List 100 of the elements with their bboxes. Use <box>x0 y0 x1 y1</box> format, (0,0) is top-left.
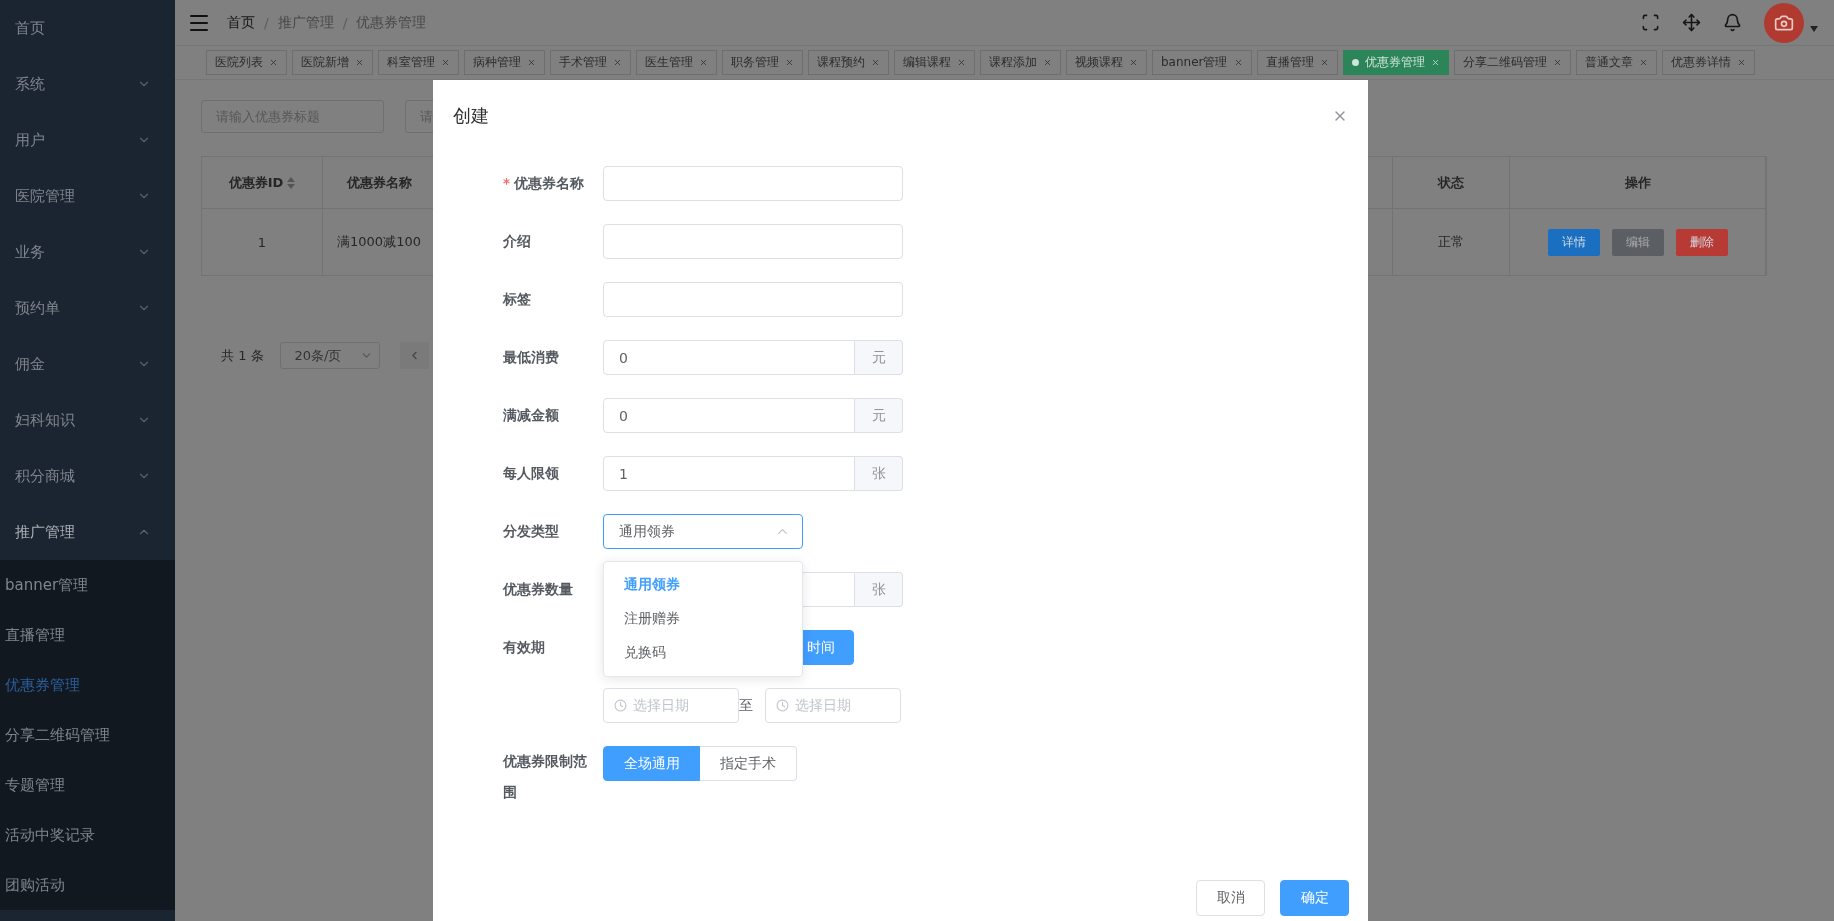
sidebar-item[interactable]: 首页 <box>0 0 175 56</box>
radio-button[interactable]: 全场通用 <box>603 746 700 781</box>
range-separator: 至 <box>739 696 754 715</box>
sidebar-subitem[interactable]: 专题管理 <box>0 760 175 810</box>
sidebar-subitem[interactable]: 直播管理 <box>0 610 175 660</box>
dot-icon <box>1351 59 1359 66</box>
close-icon[interactable] <box>613 58 622 67</box>
page-tab[interactable]: 优惠券详情 <box>1661 50 1755 75</box>
delete-button[interactable]: 删除 <box>1675 228 1728 256</box>
field-label: 介绍 <box>503 232 532 251</box>
close-icon[interactable] <box>1430 58 1440 67</box>
sidebar-item[interactable]: 用户 <box>0 112 175 168</box>
page-tab[interactable]: 医院新增 <box>292 50 373 75</box>
close-icon[interactable] <box>269 58 278 67</box>
table-cell: 正常 <box>1393 209 1510 276</box>
sidebar-item[interactable]: 佣金 <box>0 336 175 392</box>
close-icon[interactable] <box>441 58 450 67</box>
close-icon[interactable] <box>1552 58 1562 67</box>
dropdown-option[interactable]: 兑换码 <box>604 636 802 670</box>
page-tab[interactable]: 视频课程 <box>1066 50 1147 75</box>
sidebar-subitem[interactable]: 分享二维码管理 <box>0 710 175 760</box>
page-tab[interactable]: 编辑课程 <box>894 50 975 75</box>
bell-icon[interactable] <box>1723 13 1742 32</box>
field-label: 有效期 <box>503 638 546 657</box>
breadcrumb-separator: / <box>342 14 348 31</box>
clock-icon <box>614 699 627 712</box>
close-icon[interactable] <box>1638 58 1648 67</box>
caret-icon[interactable] <box>1810 25 1818 32</box>
field-label: 最低消费 <box>503 348 560 367</box>
select-field[interactable]: 通用领券 <box>603 514 803 549</box>
close-icon[interactable] <box>785 58 794 67</box>
cancel-button[interactable]: 取消 <box>1196 880 1265 916</box>
sidebar-item[interactable]: 医院管理 <box>0 168 175 224</box>
page-tab[interactable]: 医院列表 <box>206 50 287 75</box>
sidebar-item[interactable]: 系统 <box>0 56 175 112</box>
field-label: 分发类型 <box>503 522 560 541</box>
confirm-button[interactable]: 确定 <box>1280 880 1349 916</box>
sort-icon[interactable] <box>287 176 296 189</box>
close-icon[interactable] <box>355 58 364 67</box>
page-tab[interactable]: banner管理 <box>1152 50 1252 75</box>
radio-button[interactable]: 指定手术 <box>700 746 797 781</box>
input-field[interactable]: 1 <box>603 456 855 491</box>
clock-icon <box>776 699 789 712</box>
field-label: * 优惠券名称 <box>503 174 586 193</box>
close-icon[interactable] <box>527 58 536 67</box>
close-icon[interactable] <box>699 58 708 67</box>
move-icon[interactable] <box>1682 13 1701 32</box>
page-tab[interactable]: 课程添加 <box>980 50 1061 75</box>
sidebar-item[interactable]: 推广管理 <box>0 504 175 560</box>
unit-label: 元 <box>855 340 903 375</box>
page-tab[interactable]: 科室管理 <box>378 50 459 75</box>
page-tab[interactable]: 优惠券管理 <box>1342 50 1449 75</box>
sidebar-subitem[interactable]: 优惠券管理 <box>0 660 175 710</box>
info-button[interactable]: 详情 <box>1547 228 1600 256</box>
close-icon[interactable] <box>1043 58 1052 67</box>
page-tab[interactable]: 病种管理 <box>464 50 545 75</box>
sidebar-item[interactable]: 业务 <box>0 224 175 280</box>
sidebar-subitem[interactable]: banner管理 <box>0 560 175 610</box>
close-icon[interactable] <box>957 58 966 67</box>
dialog-title: 创建 <box>453 104 489 128</box>
input-field[interactable] <box>603 282 903 317</box>
sidebar-subitem[interactable]: 活动中奖记录 <box>0 810 175 860</box>
dropdown-option[interactable]: 注册赠券 <box>604 602 802 636</box>
close-icon[interactable] <box>871 58 880 67</box>
page-tab[interactable]: 普通文章 <box>1575 50 1657 75</box>
dropdown-option[interactable]: 通用领券 <box>604 568 802 602</box>
sidebar-subitem[interactable]: 团购活动 <box>0 860 175 910</box>
field-label: 满减金额 <box>503 406 560 425</box>
close-icon[interactable] <box>1129 58 1138 67</box>
page-tab[interactable]: 职务管理 <box>722 50 803 75</box>
avatar[interactable] <box>1764 2 1804 43</box>
page-tab[interactable]: 医生管理 <box>636 50 717 75</box>
page-tab[interactable]: 课程预约 <box>808 50 889 75</box>
fullscreen-icon[interactable] <box>1641 13 1660 32</box>
unit-label: 张 <box>855 456 903 491</box>
sidebar-item[interactable]: 妇科知识 <box>0 392 175 448</box>
sidebar-item[interactable]: 预约单 <box>0 280 175 336</box>
page-tab[interactable]: 手术管理 <box>550 50 631 75</box>
edit-button[interactable]: 编辑 <box>1611 228 1664 256</box>
field-label: 优惠券限制范围 <box>503 752 588 802</box>
input-field[interactable] <box>603 166 903 201</box>
unit-label: 张 <box>855 572 903 607</box>
table-cell: 1 <box>202 209 323 276</box>
field-label: 标签 <box>503 290 532 309</box>
page-tab[interactable]: 直播管理 <box>1256 50 1338 75</box>
breadcrumb-link[interactable]: 首页 <box>227 13 255 32</box>
page-size-select[interactable]: 20条/页 <box>279 342 380 369</box>
input-field[interactable] <box>603 224 903 259</box>
field-label: 优惠券数量 <box>503 580 574 599</box>
input-field[interactable]: 0 <box>603 398 855 433</box>
field-label: 每人限领 <box>503 464 560 483</box>
sidebar-item[interactable]: 积分商城 <box>0 448 175 504</box>
column-header: 状态 <box>1393 157 1510 209</box>
column-header: 优惠券ID <box>202 157 323 209</box>
close-icon[interactable] <box>1319 58 1329 67</box>
close-icon[interactable] <box>1233 58 1243 67</box>
close-icon[interactable] <box>1736 58 1746 67</box>
input-field[interactable]: 0 <box>603 340 855 375</box>
page-tab[interactable]: 分享二维码管理 <box>1453 50 1571 75</box>
column-header: 操作 <box>1510 157 1766 209</box>
